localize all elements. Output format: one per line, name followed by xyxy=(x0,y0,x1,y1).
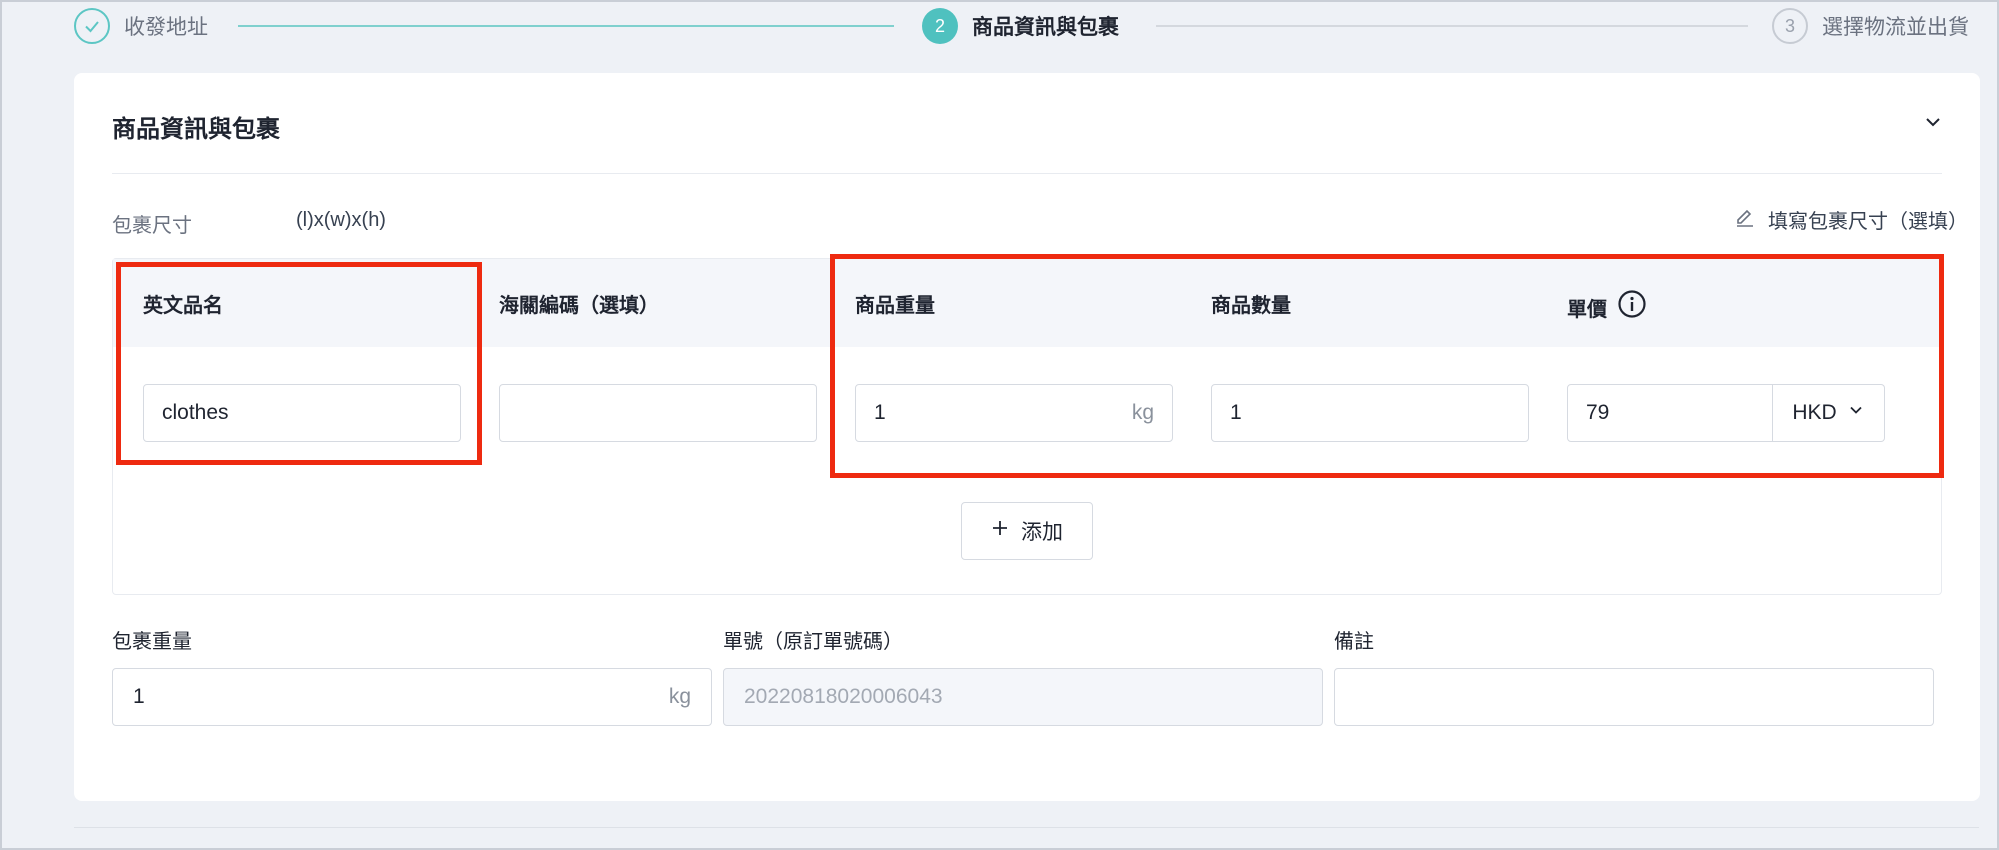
divider xyxy=(74,827,1979,828)
add-item-button[interactable]: 添加 xyxy=(961,502,1093,560)
edit-dimension-link[interactable]: 填寫包裹尺寸（選填） xyxy=(1734,205,1968,234)
currency-select[interactable]: HKD xyxy=(1773,384,1885,442)
plus-icon xyxy=(991,519,1009,543)
header-unit-price: 單價 xyxy=(1567,289,1647,325)
remark-input[interactable] xyxy=(1334,668,1934,726)
package-weight-input[interactable]: kg xyxy=(112,668,712,726)
package-weight-field[interactable] xyxy=(133,685,661,709)
chevron-down-icon[interactable] xyxy=(1918,107,1948,137)
stepper: 收發地址 2 商品資訊與包裹 3 選擇物流並出貨 xyxy=(74,6,1984,46)
english-name-field[interactable] xyxy=(162,401,442,425)
quantity-input[interactable] xyxy=(1211,384,1529,442)
product-info-card: 商品資訊與包裹 包裹尺寸 (l)x(w)x(h) 填寫包裹尺寸（選填） 英文品名… xyxy=(74,73,1980,801)
order-number-value: 20220818020006043 xyxy=(744,685,943,708)
items-table: 英文品名 海關編碼（選填） 商品重量 商品數量 單價 kg xyxy=(112,258,1942,595)
step-product-info[interactable]: 2 商品資訊與包裹 xyxy=(922,6,1119,46)
step-shipping-address[interactable]: 收發地址 xyxy=(74,6,208,46)
hs-code-field[interactable] xyxy=(518,401,798,425)
package-dimension-label: 包裹尺寸 xyxy=(112,215,192,237)
step-label: 選擇物流並出貨 xyxy=(1822,16,1969,39)
items-table-header: 英文品名 海關編碼（選填） 商品重量 商品數量 單價 xyxy=(113,259,1941,347)
header-hs-code: 海關編碼（選填） xyxy=(499,295,659,317)
order-number-input: 20220818020006043 xyxy=(723,668,1323,726)
hs-code-input[interactable] xyxy=(499,384,817,442)
chevron-down-icon xyxy=(1847,401,1865,425)
divider xyxy=(112,173,1942,174)
step-connector xyxy=(238,25,894,27)
remark-label: 備註 xyxy=(1334,631,1374,653)
pencil-icon xyxy=(1734,206,1756,234)
step-label: 收發地址 xyxy=(124,16,208,39)
package-weight-unit: kg xyxy=(668,685,691,708)
step-number: 3 xyxy=(1772,8,1808,44)
info-icon[interactable] xyxy=(1617,289,1647,325)
header-quantity: 商品數量 xyxy=(1211,295,1291,317)
step-number: 2 xyxy=(922,8,958,44)
quantity-field[interactable] xyxy=(1230,401,1510,425)
header-english-name: 英文品名 xyxy=(143,295,223,317)
card-title: 商品資訊與包裹 xyxy=(112,116,280,143)
order-number-label: 單號（原訂單號碼） xyxy=(723,631,903,653)
unit-price-field[interactable] xyxy=(1586,401,1754,425)
add-item-label: 添加 xyxy=(1021,521,1063,544)
weight-input[interactable]: kg xyxy=(855,384,1173,442)
currency-value: HKD xyxy=(1792,401,1837,424)
package-weight-label: 包裹重量 xyxy=(112,631,192,653)
step-label: 商品資訊與包裹 xyxy=(972,16,1119,39)
check-icon xyxy=(74,8,110,44)
step-connector xyxy=(1156,25,1748,27)
package-dimension-value: (l)x(w)x(h) xyxy=(296,209,386,231)
edit-dimension-label: 填寫包裹尺寸（選填） xyxy=(1768,211,1968,233)
unit-price-input[interactable] xyxy=(1567,384,1773,442)
step-select-logistics[interactable]: 3 選擇物流並出貨 xyxy=(1772,6,1969,46)
remark-field[interactable] xyxy=(1355,685,1913,709)
english-name-input[interactable] xyxy=(143,384,461,442)
weight-unit: kg xyxy=(1131,401,1154,424)
header-weight: 商品重量 xyxy=(855,295,935,317)
header-unit-price-label: 單價 xyxy=(1567,298,1607,321)
weight-field[interactable] xyxy=(874,401,1124,425)
